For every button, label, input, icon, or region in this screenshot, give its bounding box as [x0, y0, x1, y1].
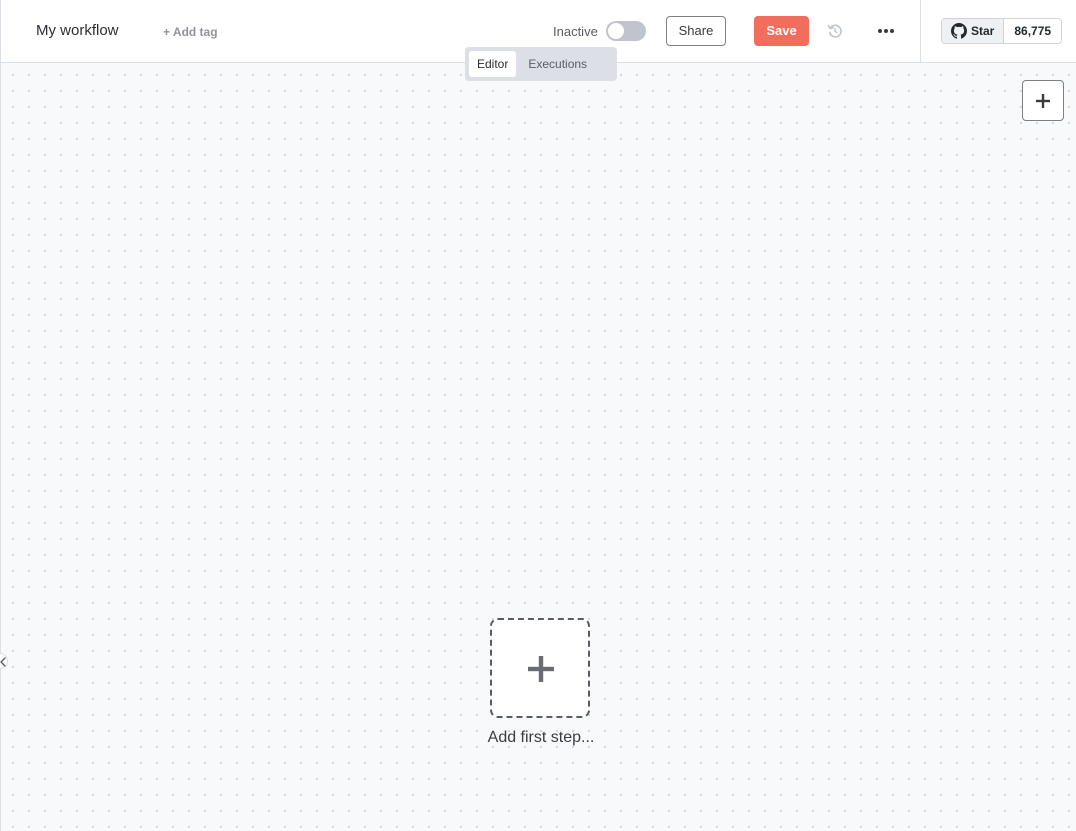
add-first-step-button[interactable]	[490, 618, 590, 718]
github-star-label: Star	[971, 24, 995, 38]
toggle-knob	[608, 23, 624, 39]
active-toggle[interactable]	[606, 21, 646, 41]
header-divider	[920, 0, 921, 62]
active-status-label: Inactive	[553, 24, 598, 39]
tab-executions[interactable]: Executions	[520, 51, 595, 77]
sidebar-collapse-handle[interactable]	[0, 653, 8, 669]
view-tabs: Editor Executions	[465, 47, 617, 81]
add-tag-button[interactable]: + Add tag	[163, 25, 218, 39]
plus-icon	[528, 656, 554, 682]
workflow-editor-app: My workflow + Add tag Inactive Share Sav…	[0, 0, 1076, 831]
github-star-button[interactable]: Star	[942, 19, 1005, 43]
history-icon[interactable]	[826, 22, 844, 40]
github-icon	[951, 23, 967, 39]
open-nodes-panel-button[interactable]	[1022, 80, 1064, 121]
add-first-step-label[interactable]: Add first step...	[441, 729, 641, 747]
share-button[interactable]: Share	[666, 16, 726, 46]
github-star-widget: Star 86,775	[941, 18, 1063, 44]
workflow-name[interactable]: My workflow	[36, 22, 119, 39]
more-horizontal-icon[interactable]	[875, 22, 897, 40]
plus-icon	[1036, 94, 1050, 108]
workflow-canvas[interactable]: Add first step...	[0, 63, 1076, 831]
chevron-left-icon	[0, 657, 6, 667]
github-star-count[interactable]: 86,775	[1004, 19, 1062, 43]
save-button[interactable]: Save	[754, 16, 809, 46]
tab-editor[interactable]: Editor	[469, 51, 517, 77]
